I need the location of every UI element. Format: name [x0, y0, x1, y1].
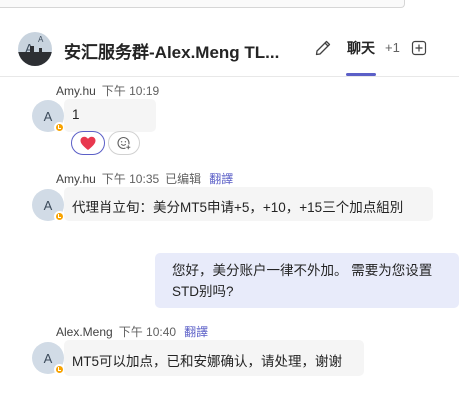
- translate-link[interactable]: 翻譯: [209, 172, 233, 186]
- message-author: Amy.hu: [56, 172, 96, 186]
- heart-reaction[interactable]: [71, 131, 105, 155]
- message-text: 您好，美分账户一律不外加。 需要为您设置STD别吗?: [172, 263, 433, 299]
- avatar-initial: A: [43, 350, 53, 366]
- avatar-letter-small: A: [38, 35, 44, 44]
- avatar-initial: A: [43, 197, 53, 213]
- message-text: 代理肖立旬：美分MT5申请+5，+10，+15三个加点組別: [72, 200, 404, 215]
- message-meta: Alex.Meng 下午 10:40 翻譯: [56, 323, 208, 340]
- chat-title[interactable]: 安汇服务群-Alex.Meng TL...: [64, 38, 279, 63]
- chat-header: A A 安汇服务群-Alex.Meng TL... 聊天 +1: [0, 26, 459, 76]
- message-author: Amy.hu: [56, 84, 96, 98]
- message-time: 下午 10:35: [101, 172, 160, 186]
- avatar[interactable]: A: [32, 189, 65, 222]
- message-bubble[interactable]: 代理肖立旬：美分MT5申请+5，+10，+15三个加点組別: [64, 187, 433, 221]
- header-divider: [0, 76, 459, 77]
- message-text: MT5可以加点，已和安娜确认，请处理，谢谢: [72, 354, 342, 369]
- add-tab-icon[interactable]: [411, 40, 427, 56]
- message-author: Alex.Meng: [56, 325, 113, 339]
- my-message-bubble[interactable]: 您好，美分账户一律不外加。 需要为您设置STD别吗?: [155, 253, 459, 308]
- avatar[interactable]: A: [32, 342, 65, 375]
- translate-link[interactable]: 翻譯: [184, 325, 208, 339]
- message-bubble[interactable]: MT5可以加点，已和安娜确认，请处理，谢谢: [64, 340, 364, 376]
- message-text: 1: [72, 107, 80, 122]
- tab-chat[interactable]: 聊天: [347, 38, 375, 58]
- avatar-image-part: [18, 46, 52, 66]
- edited-label: 已编辑: [165, 172, 202, 186]
- add-emoji-icon: [117, 136, 132, 151]
- message-time: 下午 10:19: [101, 84, 160, 98]
- pencil-icon[interactable]: [313, 38, 333, 58]
- message-bubble[interactable]: 1: [64, 99, 156, 132]
- add-reaction-button[interactable]: [108, 131, 140, 155]
- avatar-initial: A: [43, 108, 53, 124]
- group-avatar[interactable]: A A: [18, 32, 52, 66]
- heart-icon: [80, 136, 96, 150]
- message-time: 下午 10:40: [118, 325, 177, 339]
- message-meta: Amy.hu 下午 10:35 已编辑 翻譯: [56, 170, 233, 187]
- message-meta: Amy.hu 下午 10:19: [56, 82, 159, 99]
- avatar[interactable]: A: [32, 100, 65, 133]
- window-top-edge: [0, 0, 405, 8]
- more-tabs-button[interactable]: +1: [385, 40, 400, 55]
